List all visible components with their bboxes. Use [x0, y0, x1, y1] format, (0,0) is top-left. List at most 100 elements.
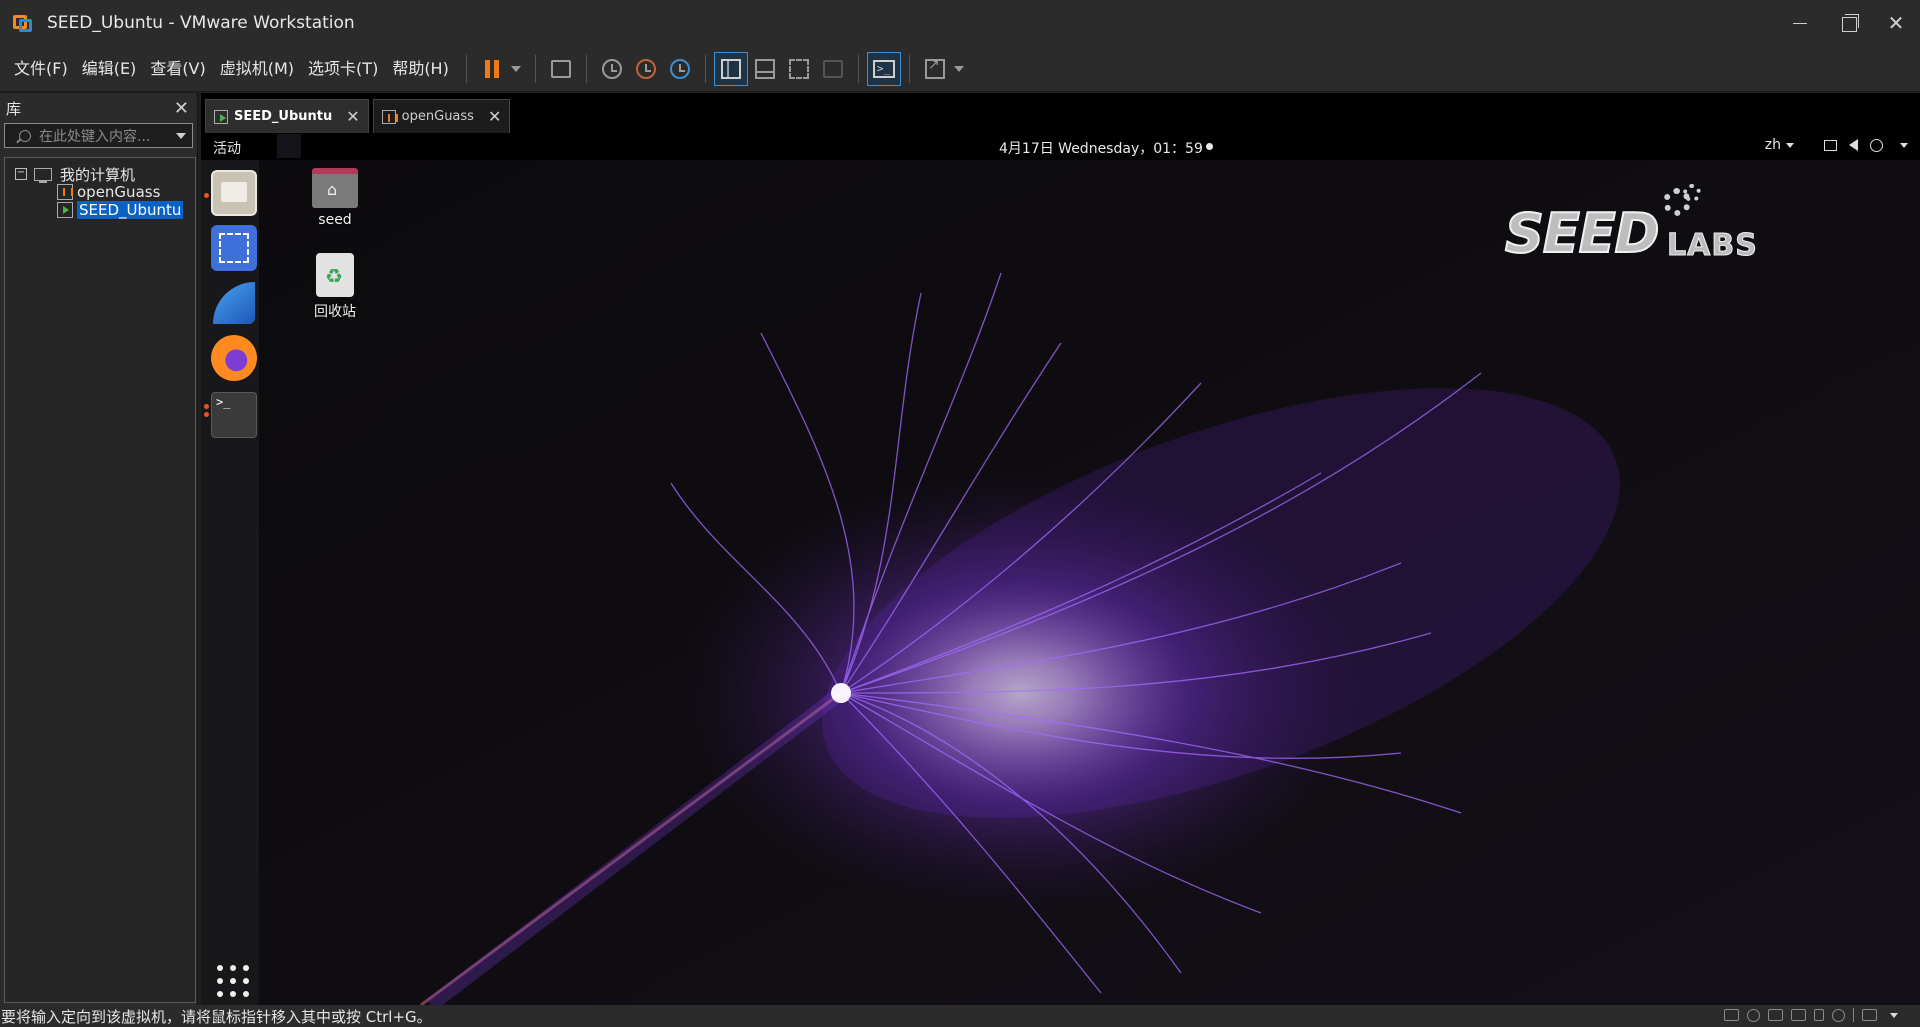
hdd-icon[interactable] [1724, 1009, 1739, 1021]
power-icon [1870, 138, 1883, 152]
vm-paused-icon [57, 184, 73, 200]
toolbar-separator [857, 54, 859, 83]
desktop-icon-trash[interactable]: 回收站 [295, 253, 375, 321]
library-title: 库 [6, 99, 22, 118]
firefox-icon[interactable] [211, 335, 257, 381]
thumbnail-bar-button[interactable] [748, 52, 782, 86]
tab-close-button[interactable]: ✕ [488, 107, 501, 126]
full-screen-button[interactable] [782, 52, 816, 86]
language-label: zh [1764, 137, 1781, 153]
stretch-guest-button[interactable] [918, 52, 952, 86]
close-button[interactable]: ✕ [1872, 0, 1920, 46]
status-bar: 要将输入定向到该虚拟机，请将鼠标指针移入其中或按 Ctrl+G。 [0, 1005, 1920, 1027]
status-message: 要将输入定向到该虚拟机，请将鼠标指针移入其中或按 Ctrl+G。 [1, 1007, 432, 1026]
menu-view[interactable]: 查看(V) [145, 54, 214, 84]
guest-screen[interactable]: 活动 4月17日 Wednesday，01：59 zh >_ ⌂ seed ♻ … [201, 133, 1920, 1005]
status-dropdown-icon[interactable] [1890, 1012, 1898, 1018]
menu-help[interactable]: 帮助(H) [387, 54, 458, 84]
show-library-button[interactable] [713, 51, 748, 86]
logo-labs-text: LABS [1667, 228, 1758, 264]
trash-icon [316, 253, 354, 297]
tab-label: openGuass [401, 109, 474, 124]
stretch-dropdown-caret[interactable] [953, 65, 964, 72]
library-header: 库 ✕ [0, 93, 197, 123]
logo-seed-text: SEED [1504, 201, 1660, 266]
network-adapter-icon[interactable] [1768, 1009, 1783, 1021]
input-language[interactable]: zh [1765, 137, 1794, 153]
menu-edit[interactable]: 编辑(E) [77, 54, 146, 84]
tree-item-seed-ubuntu[interactable]: SEED_Ubuntu [57, 199, 184, 221]
usb-icon[interactable] [1832, 1008, 1845, 1022]
library-search-input[interactable]: 在此处键入内容... [4, 123, 193, 148]
window-title: SEED_Ubuntu - VMware Workstation [47, 13, 355, 33]
pause-button[interactable] [475, 52, 509, 86]
tab-openguass[interactable]: openGuass ✕ [372, 99, 511, 133]
message-icon[interactable] [1862, 1009, 1877, 1021]
printer-icon[interactable] [1791, 1009, 1806, 1021]
tab-seed-ubuntu[interactable]: SEED_Ubuntu ✕ [205, 99, 369, 133]
power-dropdown-caret[interactable] [510, 65, 521, 72]
wireshark-icon[interactable] [211, 280, 257, 326]
wallpaper [201, 133, 1920, 1005]
notification-dot-icon [1206, 143, 1213, 150]
library-close-button[interactable]: ✕ [174, 98, 189, 119]
menu-file[interactable]: 文件(F) [0, 54, 77, 84]
system-tray[interactable]: zh [1765, 137, 1908, 153]
screenshot-icon[interactable] [211, 225, 257, 271]
vm-area: SEED_Ubuntu ✕ openGuass ✕ 活动 4月17日 Wedne… [201, 93, 1920, 1005]
vm-running-icon [57, 202, 73, 218]
tab-label: SEED_Ubuntu [234, 109, 333, 124]
thumbnail-layout-icon [754, 58, 775, 79]
library-layout-icon [720, 58, 741, 79]
title-bar: SEED_Ubuntu - VMware Workstation ✕ [0, 0, 1920, 46]
ubuntu-top-bar: 活动 4月17日 Wednesday，01：59 zh [201, 133, 1920, 160]
collapse-icon[interactable]: − [15, 168, 27, 180]
files-icon[interactable] [211, 170, 257, 216]
window-controls: ✕ [1776, 0, 1920, 46]
toolbar-separator [465, 54, 467, 83]
fullscreen-icon [788, 58, 809, 79]
minimize-button[interactable] [1776, 0, 1824, 46]
system-menu-dropdown-icon [1900, 142, 1908, 148]
revert-snapshot-button[interactable] [629, 52, 663, 86]
cd-icon[interactable] [1747, 1008, 1760, 1022]
desktop-icon-label: seed [318, 212, 352, 228]
revert-snapshot-icon [635, 58, 656, 79]
activities-button[interactable]: 活动 [213, 138, 241, 158]
toolbar-separator [534, 54, 536, 83]
sound-icon[interactable] [1814, 1009, 1824, 1021]
home-folder-icon [312, 168, 358, 208]
console-view-button[interactable]: >_ [866, 51, 901, 86]
vm-running-icon [214, 109, 228, 124]
menu-toolbar: 文件(F) 编辑(E) 查看(V) 虚拟机(M) 选项卡(T) 帮助(H) >_ [0, 46, 1920, 92]
network-icon [1824, 139, 1837, 151]
unity-button[interactable] [816, 52, 850, 86]
desktop-icon-seed[interactable]: seed [295, 168, 375, 228]
vmware-logo-icon [13, 12, 35, 34]
gear-icon [1683, 184, 1701, 202]
desktop-icon-label: 回收站 [314, 304, 356, 320]
tab-close-button[interactable]: ✕ [346, 107, 359, 126]
terminal-icon[interactable]: >_ [211, 392, 257, 438]
console-icon: >_ [872, 59, 895, 78]
take-snapshot-button[interactable] [595, 52, 629, 86]
search-icon [19, 129, 31, 142]
library-tree: − 我的计算机 openGuass SEED_Ubuntu [4, 157, 196, 1003]
toolbar-separator [704, 54, 706, 83]
tree-item-label: SEED_Ubuntu [77, 201, 184, 219]
menu-vm[interactable]: 虚拟机(M) [215, 54, 303, 84]
restore-button[interactable] [1824, 0, 1872, 46]
show-applications-icon[interactable] [217, 965, 249, 997]
library-panel: 库 ✕ 在此处键入内容... − 我的计算机 openGuass SEED_Ub… [0, 93, 198, 1005]
search-dropdown-icon[interactable] [176, 133, 186, 139]
clock-menu[interactable]: 4月17日 Wednesday，01：59 [999, 138, 1203, 158]
send-ctrl-alt-del-button[interactable] [544, 52, 578, 86]
vm-tab-bar: SEED_Ubuntu ✕ openGuass ✕ [201, 93, 1920, 133]
ubuntu-dock: >_ [201, 160, 259, 1005]
snapshot-icon [601, 58, 622, 79]
dropdown-icon [1786, 142, 1794, 148]
status-separator [1853, 1008, 1854, 1022]
snapshot-manager-button[interactable] [663, 52, 697, 86]
menu-tabs[interactable]: 选项卡(T) [303, 54, 387, 84]
send-keys-icon [550, 59, 571, 78]
